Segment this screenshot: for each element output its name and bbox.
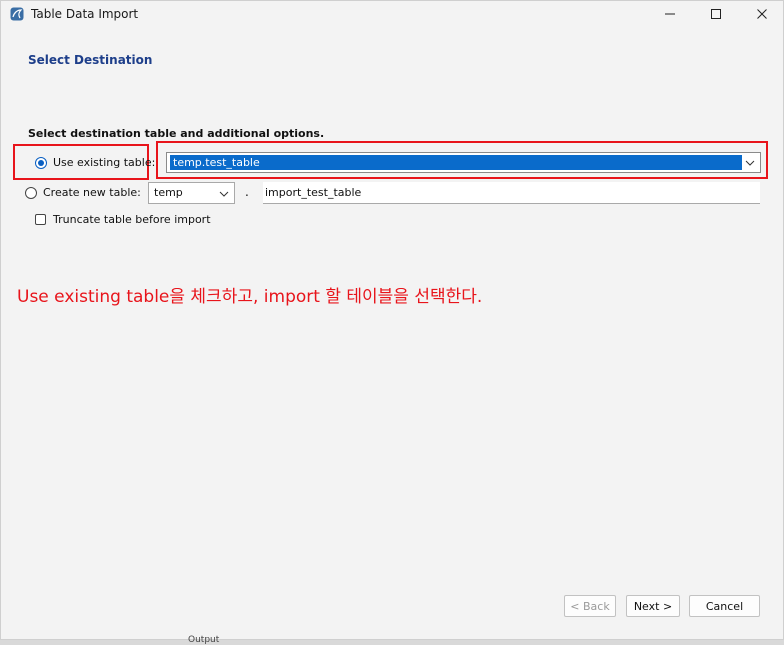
- schema-select[interactable]: temp: [148, 182, 235, 204]
- page-title: Select Destination: [28, 53, 153, 67]
- create-new-radio[interactable]: [25, 186, 37, 199]
- schema-table-separator: .: [245, 185, 249, 199]
- minimize-icon: [665, 13, 675, 15]
- chevron-down-icon[interactable]: [218, 188, 230, 200]
- use-existing-label: Use existing table:: [53, 156, 156, 169]
- title-bar[interactable]: Table Data Import: [1, 1, 783, 27]
- close-button[interactable]: [739, 1, 784, 27]
- schema-selected-value: temp: [154, 186, 183, 199]
- create-new-table-option[interactable]: Create new table:: [25, 186, 141, 199]
- existing-table-selected-value: temp.test_table: [170, 155, 742, 170]
- new-table-name-input[interactable]: [263, 182, 760, 204]
- create-new-label: Create new table:: [43, 186, 141, 199]
- dialog-window: Table Data Import Select Destination Sel…: [0, 0, 784, 640]
- use-existing-radio[interactable]: [35, 156, 47, 169]
- truncate-table-option[interactable]: Truncate table before import: [35, 213, 211, 226]
- maximize-button[interactable]: [693, 1, 739, 27]
- truncate-label: Truncate table before import: [53, 213, 211, 226]
- chevron-down-icon[interactable]: [744, 157, 756, 169]
- window-title: Table Data Import: [31, 7, 139, 21]
- app-logo-icon: [10, 7, 24, 21]
- existing-table-select[interactable]: temp.test_table: [166, 152, 761, 173]
- back-button[interactable]: < Back: [564, 595, 616, 617]
- close-icon: [757, 9, 767, 19]
- annotation-note: Use existing table을 체크하고, import 할 테이블을 …: [17, 287, 483, 307]
- minimize-button[interactable]: [647, 1, 693, 27]
- next-button[interactable]: Next >: [626, 595, 680, 617]
- instruction-text: Select destination table and additional …: [28, 127, 325, 140]
- use-existing-table-option[interactable]: Use existing table:: [35, 156, 155, 169]
- maximize-icon: [711, 9, 721, 19]
- cancel-button[interactable]: Cancel: [689, 595, 760, 617]
- background-output-label: Output: [188, 635, 220, 645]
- truncate-checkbox[interactable]: [35, 214, 46, 225]
